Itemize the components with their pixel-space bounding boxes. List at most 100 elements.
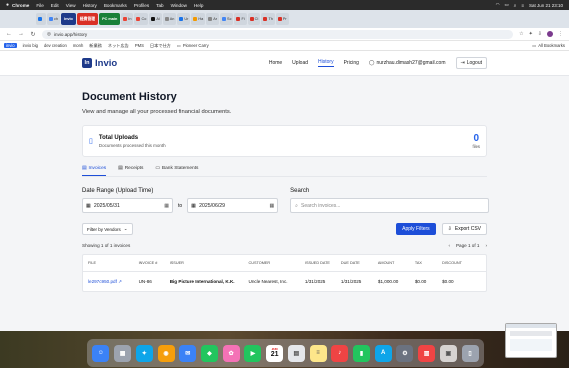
browser-tab[interactable]: Fi bbox=[234, 13, 247, 25]
forward-icon[interactable]: → bbox=[18, 31, 24, 37]
nav-home[interactable]: Home bbox=[269, 60, 282, 66]
apply-filters-button[interactable]: Apply Filters bbox=[396, 223, 436, 235]
reload-icon[interactable]: ↻ bbox=[30, 31, 36, 38]
downloads-icon[interactable]: ⇩ bbox=[538, 31, 542, 37]
export-csv-button[interactable]: ⇩ Export CSV bbox=[441, 223, 487, 235]
wifi-icon[interactable]: ◠ bbox=[496, 2, 500, 8]
music-icon[interactable]: ♪ bbox=[331, 344, 349, 362]
bookmark-invio-big[interactable]: invio big bbox=[23, 43, 38, 48]
tab-receipts[interactable]: ▤ Receipts bbox=[118, 166, 143, 176]
user-account[interactable]: ◯ nurzhau.dimash27@gmail.com bbox=[369, 60, 446, 66]
logout-icon: ⇥ bbox=[460, 60, 465, 66]
preview-icon[interactable]: ▣ bbox=[439, 344, 457, 362]
next-page-icon[interactable]: › bbox=[485, 243, 487, 248]
tab-bank-statements[interactable]: ▭ Bank Statements bbox=[155, 166, 198, 176]
browser-tab[interactable]: Ur bbox=[177, 13, 191, 25]
browser-tab[interactable]: PC main bbox=[99, 13, 121, 25]
menu-app-name[interactable]: Chrome bbox=[12, 3, 29, 8]
menu-profiles[interactable]: Profiles bbox=[134, 3, 149, 8]
bookmark-dev-creation[interactable]: dev creation bbox=[44, 43, 67, 48]
date-from-input[interactable]: ▦ 2025/05/31 ▦ bbox=[82, 198, 173, 213]
numbers-icon[interactable]: ▮ bbox=[352, 344, 370, 362]
date-picker-icon[interactable]: ▦ bbox=[269, 203, 274, 209]
launchpad-icon[interactable]: ▦ bbox=[114, 344, 132, 362]
browser-tab[interactable]: Co bbox=[134, 13, 149, 25]
back-icon[interactable]: ← bbox=[6, 31, 12, 37]
browser-tab[interactable]: ch bbox=[47, 13, 61, 25]
menu-help[interactable]: Help bbox=[194, 3, 203, 8]
bookmark-net-ads[interactable]: ネット広告 bbox=[108, 43, 129, 49]
nav-history[interactable]: History bbox=[318, 59, 334, 67]
bookmark-japan[interactable]: 日本で仕方 bbox=[150, 43, 171, 49]
app-store-icon[interactable]: A bbox=[374, 344, 392, 362]
browser-tab[interactable]: Sc bbox=[220, 13, 234, 25]
menu-history[interactable]: History bbox=[83, 3, 97, 8]
maps-icon[interactable]: ◆ bbox=[200, 344, 218, 362]
browser-tab[interactable] bbox=[36, 13, 46, 25]
trash-icon[interactable]: ▯ bbox=[461, 344, 479, 362]
menu-window[interactable]: Window bbox=[171, 3, 187, 8]
filter-by-vendors-dropdown[interactable]: Filter by Vendors ⌄ bbox=[82, 223, 133, 235]
system-settings-icon[interactable]: ⚙ bbox=[396, 344, 414, 362]
invio-logo-icon: In bbox=[82, 58, 92, 68]
calendar-icon[interactable]: JUN 21 bbox=[266, 344, 284, 362]
contacts-icon[interactable]: ▤ bbox=[287, 344, 305, 362]
nav-upload[interactable]: Upload bbox=[292, 60, 308, 66]
nav-pricing[interactable]: Pricing bbox=[344, 60, 359, 66]
user-icon: ◯ bbox=[368, 60, 375, 66]
prev-page-icon[interactable]: ‹ bbox=[448, 243, 450, 248]
search-input[interactable]: ⌕ Search invoices... bbox=[290, 198, 490, 213]
mail-icon[interactable]: ✉ bbox=[179, 344, 197, 362]
browser-tab[interactable]: Ar bbox=[206, 13, 220, 25]
date-picker-icon[interactable]: ▦ bbox=[164, 203, 169, 209]
safari-icon[interactable]: ✦ bbox=[135, 344, 153, 362]
browser-tab[interactable]: Ha bbox=[191, 13, 206, 25]
browser-tab[interactable]: Pr bbox=[275, 13, 289, 25]
photos-icon[interactable]: ✿ bbox=[222, 344, 240, 362]
col-customer: CUSTOMER bbox=[248, 261, 271, 265]
notes-icon[interactable]: ≡ bbox=[309, 344, 327, 362]
bookmark-new-business[interactable]: 新業務 bbox=[89, 43, 102, 49]
date-to-input[interactable]: ▦ 2025/06/29 ▦ bbox=[187, 198, 279, 213]
browser-tab[interactable]: 経費管理 bbox=[76, 13, 99, 25]
search-icon[interactable]: ⌕ bbox=[514, 3, 517, 8]
toolbar-actions: ☆ ✦ ⇩ ⋮ bbox=[519, 31, 563, 37]
tab-receipts-label: Receipts bbox=[124, 166, 144, 171]
menubar-clock[interactable]: Sat Jun 21 23:10 bbox=[529, 3, 563, 8]
more-menu-icon[interactable]: ⋮ bbox=[558, 31, 563, 37]
control-center-icon[interactable]: ≡ bbox=[521, 3, 524, 8]
file-link[interactable]: le297c950.pdf ↗ bbox=[88, 279, 139, 285]
menu-tab[interactable]: Tab bbox=[156, 3, 163, 8]
facetime-icon[interactable]: ▶ bbox=[244, 344, 262, 362]
profile-avatar[interactable] bbox=[547, 31, 553, 37]
browser-tab[interactable]: In bbox=[121, 13, 134, 25]
bookmark-pms[interactable]: PMS bbox=[135, 43, 144, 48]
tab-invoices[interactable]: ▤ Invoices bbox=[82, 166, 107, 176]
site-info-icon[interactable]: ◎ bbox=[47, 31, 51, 37]
browser-tab[interactable]: CI bbox=[247, 13, 261, 25]
app-icon[interactable]: ▥ bbox=[418, 344, 436, 362]
browser-tab[interactable]: Invio bbox=[61, 13, 76, 25]
browser-tab[interactable]: Th bbox=[261, 13, 275, 25]
menu-bookmarks[interactable]: Bookmarks bbox=[104, 3, 127, 8]
screenshot-thumbnail[interactable] bbox=[505, 323, 557, 358]
extensions-icon[interactable]: ✦ bbox=[529, 31, 533, 37]
bookmark-star-icon[interactable]: ☆ bbox=[519, 31, 523, 37]
browser-tab[interactable]: Al bbox=[149, 13, 162, 25]
battery-icon[interactable]: ▭ bbox=[505, 2, 509, 8]
bookmark-invio[interactable]: invio bbox=[4, 43, 17, 48]
thumbnail-bar bbox=[506, 324, 556, 328]
bookmark-monh[interactable]: monh bbox=[73, 43, 83, 48]
finder-icon[interactable]: ☺ bbox=[92, 344, 110, 362]
address-bar[interactable]: ◎ invio.app/history bbox=[42, 29, 514, 39]
bookmark-pioneer-carry[interactable]: ▭ Pioneer Carry bbox=[177, 43, 209, 48]
logout-button[interactable]: ⇥ Logout bbox=[455, 57, 487, 69]
menu-edit[interactable]: Edit bbox=[51, 3, 59, 8]
all-bookmarks[interactable]: ▭ All Bookmarks bbox=[532, 43, 565, 48]
chrome-icon[interactable]: ◉ bbox=[157, 344, 175, 362]
web-page: In Invio Home Upload History Pricing ◯ n… bbox=[0, 51, 569, 331]
browser-tab[interactable]: An bbox=[162, 13, 177, 25]
brand-logo[interactable]: In Invio bbox=[82, 58, 117, 69]
menu-view[interactable]: View bbox=[66, 3, 76, 8]
menu-file[interactable]: File bbox=[36, 3, 43, 8]
